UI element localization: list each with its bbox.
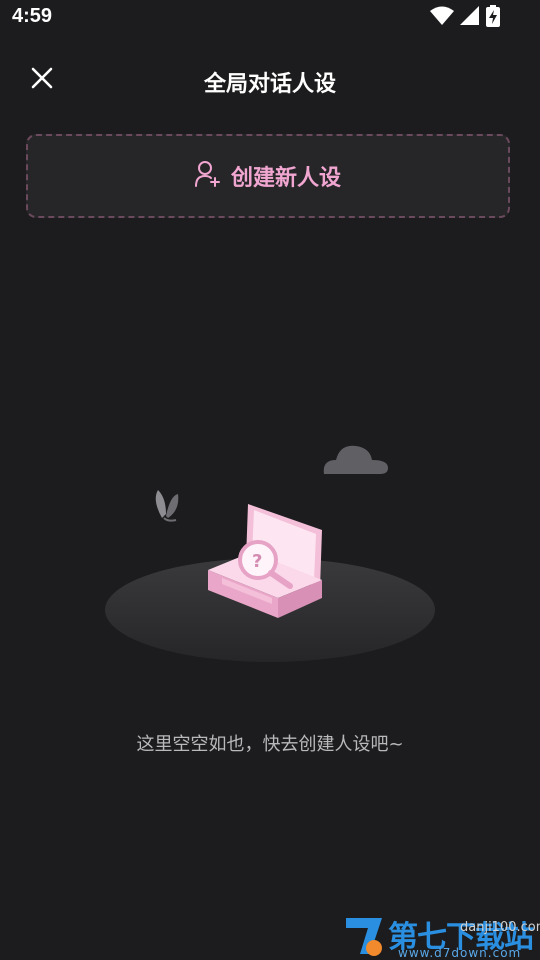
watermark-domain: www.d7down.com	[398, 946, 522, 960]
battery-charging-icon	[486, 5, 500, 31]
status-time: 4:59	[12, 5, 53, 27]
page-title: 全局对话人设	[203, 72, 336, 97]
watermark: 第七下载站 danji100.com www.d7down.com	[344, 912, 540, 960]
create-persona-button[interactable]: 创建新人设	[26, 134, 510, 218]
svg-text:?: ?	[252, 551, 262, 572]
app-screen: 4:59 全局对话人设 创建新人设 ? 这里空空如也，快去创建人设吧~ 第七下载…	[0, 0, 540, 960]
empty-box-illustration: ?	[100, 430, 440, 670]
empty-state-message: 这里空空如也，快去创建人设吧~	[136, 734, 404, 755]
status-icons	[430, 5, 500, 31]
create-persona-label: 创建新人设	[230, 166, 341, 191]
watermark-logo-icon	[344, 914, 386, 960]
cellular-signal-icon	[460, 6, 480, 30]
status-bar: 4:59	[0, 0, 540, 36]
watermark-url: danji100.com	[460, 920, 540, 935]
header: 全局对话人设	[0, 52, 540, 108]
wifi-icon	[430, 6, 454, 30]
add-user-icon	[194, 160, 221, 192]
